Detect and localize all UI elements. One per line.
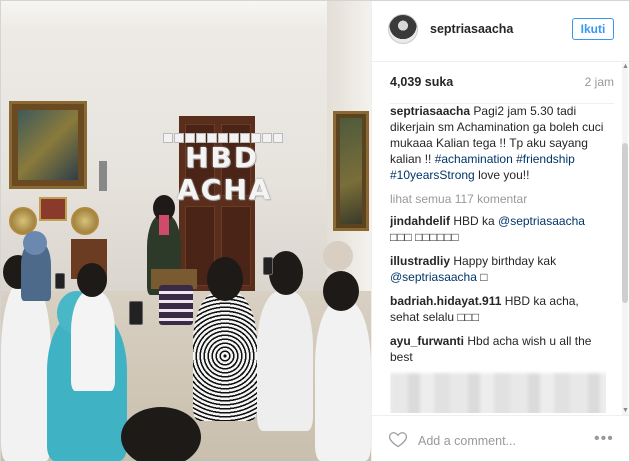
comment-item: badriah.hidayat.911 HBD ka acha, sehat s… <box>390 293 606 325</box>
photo-wall-lamp <box>99 161 107 191</box>
scroll-down-arrow-icon[interactable]: ▼ <box>622 407 629 414</box>
add-comment-input[interactable] <box>418 432 568 450</box>
comment-text: HBD ka <box>453 214 495 228</box>
comment-emoji: □□□ □□□□□□ <box>390 230 459 244</box>
blurred-comments <box>390 373 606 413</box>
photo-person-5 <box>193 291 257 421</box>
photo-phone-2 <box>263 257 273 275</box>
comment-emoji: □ <box>480 270 488 284</box>
photo-head-6 <box>269 251 303 295</box>
photo-painting-left <box>9 101 87 189</box>
avatar[interactable] <box>388 14 418 44</box>
photo-ceiling <box>1 1 371 33</box>
comment-username[interactable]: badriah.hidayat.911 <box>390 294 501 308</box>
likes-count[interactable]: 4,039 suka <box>390 75 453 89</box>
follow-button[interactable]: Ikuti <box>572 18 614 40</box>
photo-head-8 <box>323 241 353 271</box>
scroll-up-arrow-icon[interactable]: ▲ <box>622 63 629 70</box>
photo-small-frame <box>39 197 67 221</box>
photo-head-5 <box>207 257 243 301</box>
comment-emoji: □□□ <box>457 310 480 324</box>
photo-balloon-hbd: HBD <box>185 141 260 174</box>
photo-person-1 <box>1 281 51 461</box>
comment-item: ayu_furwanti Hbd acha wish u all the bes… <box>390 333 606 365</box>
more-options-icon[interactable]: ••• <box>594 430 614 448</box>
photo-head-front <box>121 407 201 461</box>
comment-item: illustradliy Happy birthday kak @septria… <box>390 253 606 285</box>
comment-username[interactable]: ayu_furwanti <box>390 334 464 348</box>
caption-username[interactable]: septriasaacha <box>390 104 470 118</box>
photo-painting-right <box>333 111 369 231</box>
post-stats: 4,039 suka 2 jam <box>390 73 614 104</box>
comments-scrollbar[interactable] <box>622 63 628 415</box>
post-footer: ••• <box>372 415 629 461</box>
comment-mention[interactable]: @septriasaacha <box>390 270 477 284</box>
photo-cake <box>159 285 193 325</box>
post-window: HBD ACHA septriasaacha Ikuti 4,039 suka … <box>0 0 630 462</box>
photo-person-7 <box>315 301 371 461</box>
post-photo[interactable]: HBD ACHA <box>1 1 371 461</box>
photo-head-7 <box>323 271 359 311</box>
photo-plate-right <box>71 207 99 235</box>
photo-phone-1 <box>129 301 143 325</box>
photo-phone-3 <box>55 273 65 289</box>
heart-icon[interactable] <box>388 429 408 449</box>
photo-sash <box>159 215 169 235</box>
comment-text: Happy birthday kak <box>453 254 557 268</box>
post-timestamp[interactable]: 2 jam <box>585 75 614 89</box>
photo-person-4 <box>71 291 115 391</box>
scrollbar-thumb[interactable] <box>622 143 628 303</box>
username-link[interactable]: septriasaacha <box>430 22 513 36</box>
post-caption: septriasaacha Pagi2 jam 5.30 tadi dikerj… <box>390 103 606 183</box>
comment-mention[interactable]: @septriasaacha <box>498 214 585 228</box>
photo-balloon-acha: ACHA <box>177 173 273 206</box>
comments-list: septriasaacha Pagi2 jam 5.30 tadi dikerj… <box>390 103 606 413</box>
post-header: septriasaacha Ikuti <box>372 1 629 62</box>
post-details-panel: septriasaacha Ikuti 4,039 suka 2 jam sep… <box>371 1 629 461</box>
photo-head-4 <box>77 263 107 297</box>
photo-head-2 <box>23 231 47 255</box>
caption-end: love you!! <box>478 168 530 182</box>
photo-birthday-banner <box>163 130 287 143</box>
comment-item: jindahdelif HBD ka @septriasaacha □□□ □□… <box>390 213 606 245</box>
comment-username[interactable]: jindahdelif <box>390 214 450 228</box>
photo-person-6 <box>257 291 313 431</box>
view-all-comments-link[interactable]: lihat semua 117 komentar <box>390 191 606 207</box>
comment-username[interactable]: illustradliy <box>390 254 450 268</box>
